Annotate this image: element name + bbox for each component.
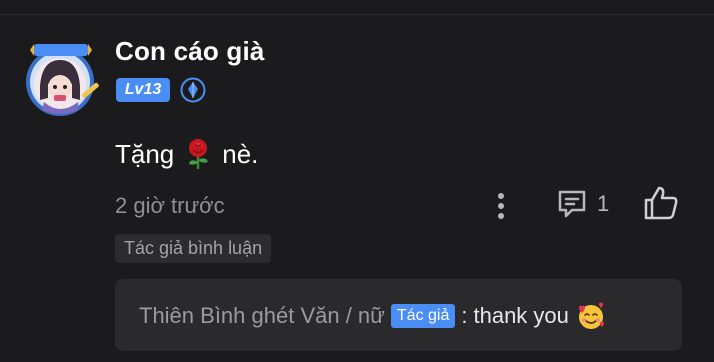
rank-diamond-icon [180,77,206,103]
reply-separator: : [461,303,468,328]
comment-author-tag: Tác giả bình luận [115,234,272,263]
avatar-frame-icon [26,44,99,116]
user-avatar[interactable] [20,40,106,118]
level-badge: Lv13 [116,78,170,102]
comment-timestamp: 2 giờ trước [115,193,225,218]
top-divider [0,14,714,15]
reply-count: 1 [597,191,610,216]
smiling-face-with-hearts-icon [578,302,604,329]
comment-text-start: Tặng [115,138,175,169]
comment-reply-icon [558,190,586,218]
username[interactable]: Con cáo già [115,36,265,67]
reply-username[interactable]: Thiên Bình ghét Văn / nữ [139,303,385,329]
comment-body: Tặng nè. [115,138,258,170]
more-options-icon[interactable] [490,189,512,223]
thumbs-up-icon[interactable] [642,184,680,222]
reply-message: thank you [473,303,569,328]
reply-preview[interactable]: Thiên Bình ghét Văn / nữ Tác giả : thank… [115,279,682,351]
reply-button[interactable]: 1 [555,186,609,222]
author-badge: Tác giả [390,304,456,328]
rose-icon [189,139,209,169]
reply-line: Thiên Bình ghét Văn / nữ Tác giả : thank… [139,301,606,331]
comment-text-end: nè. [222,138,259,169]
